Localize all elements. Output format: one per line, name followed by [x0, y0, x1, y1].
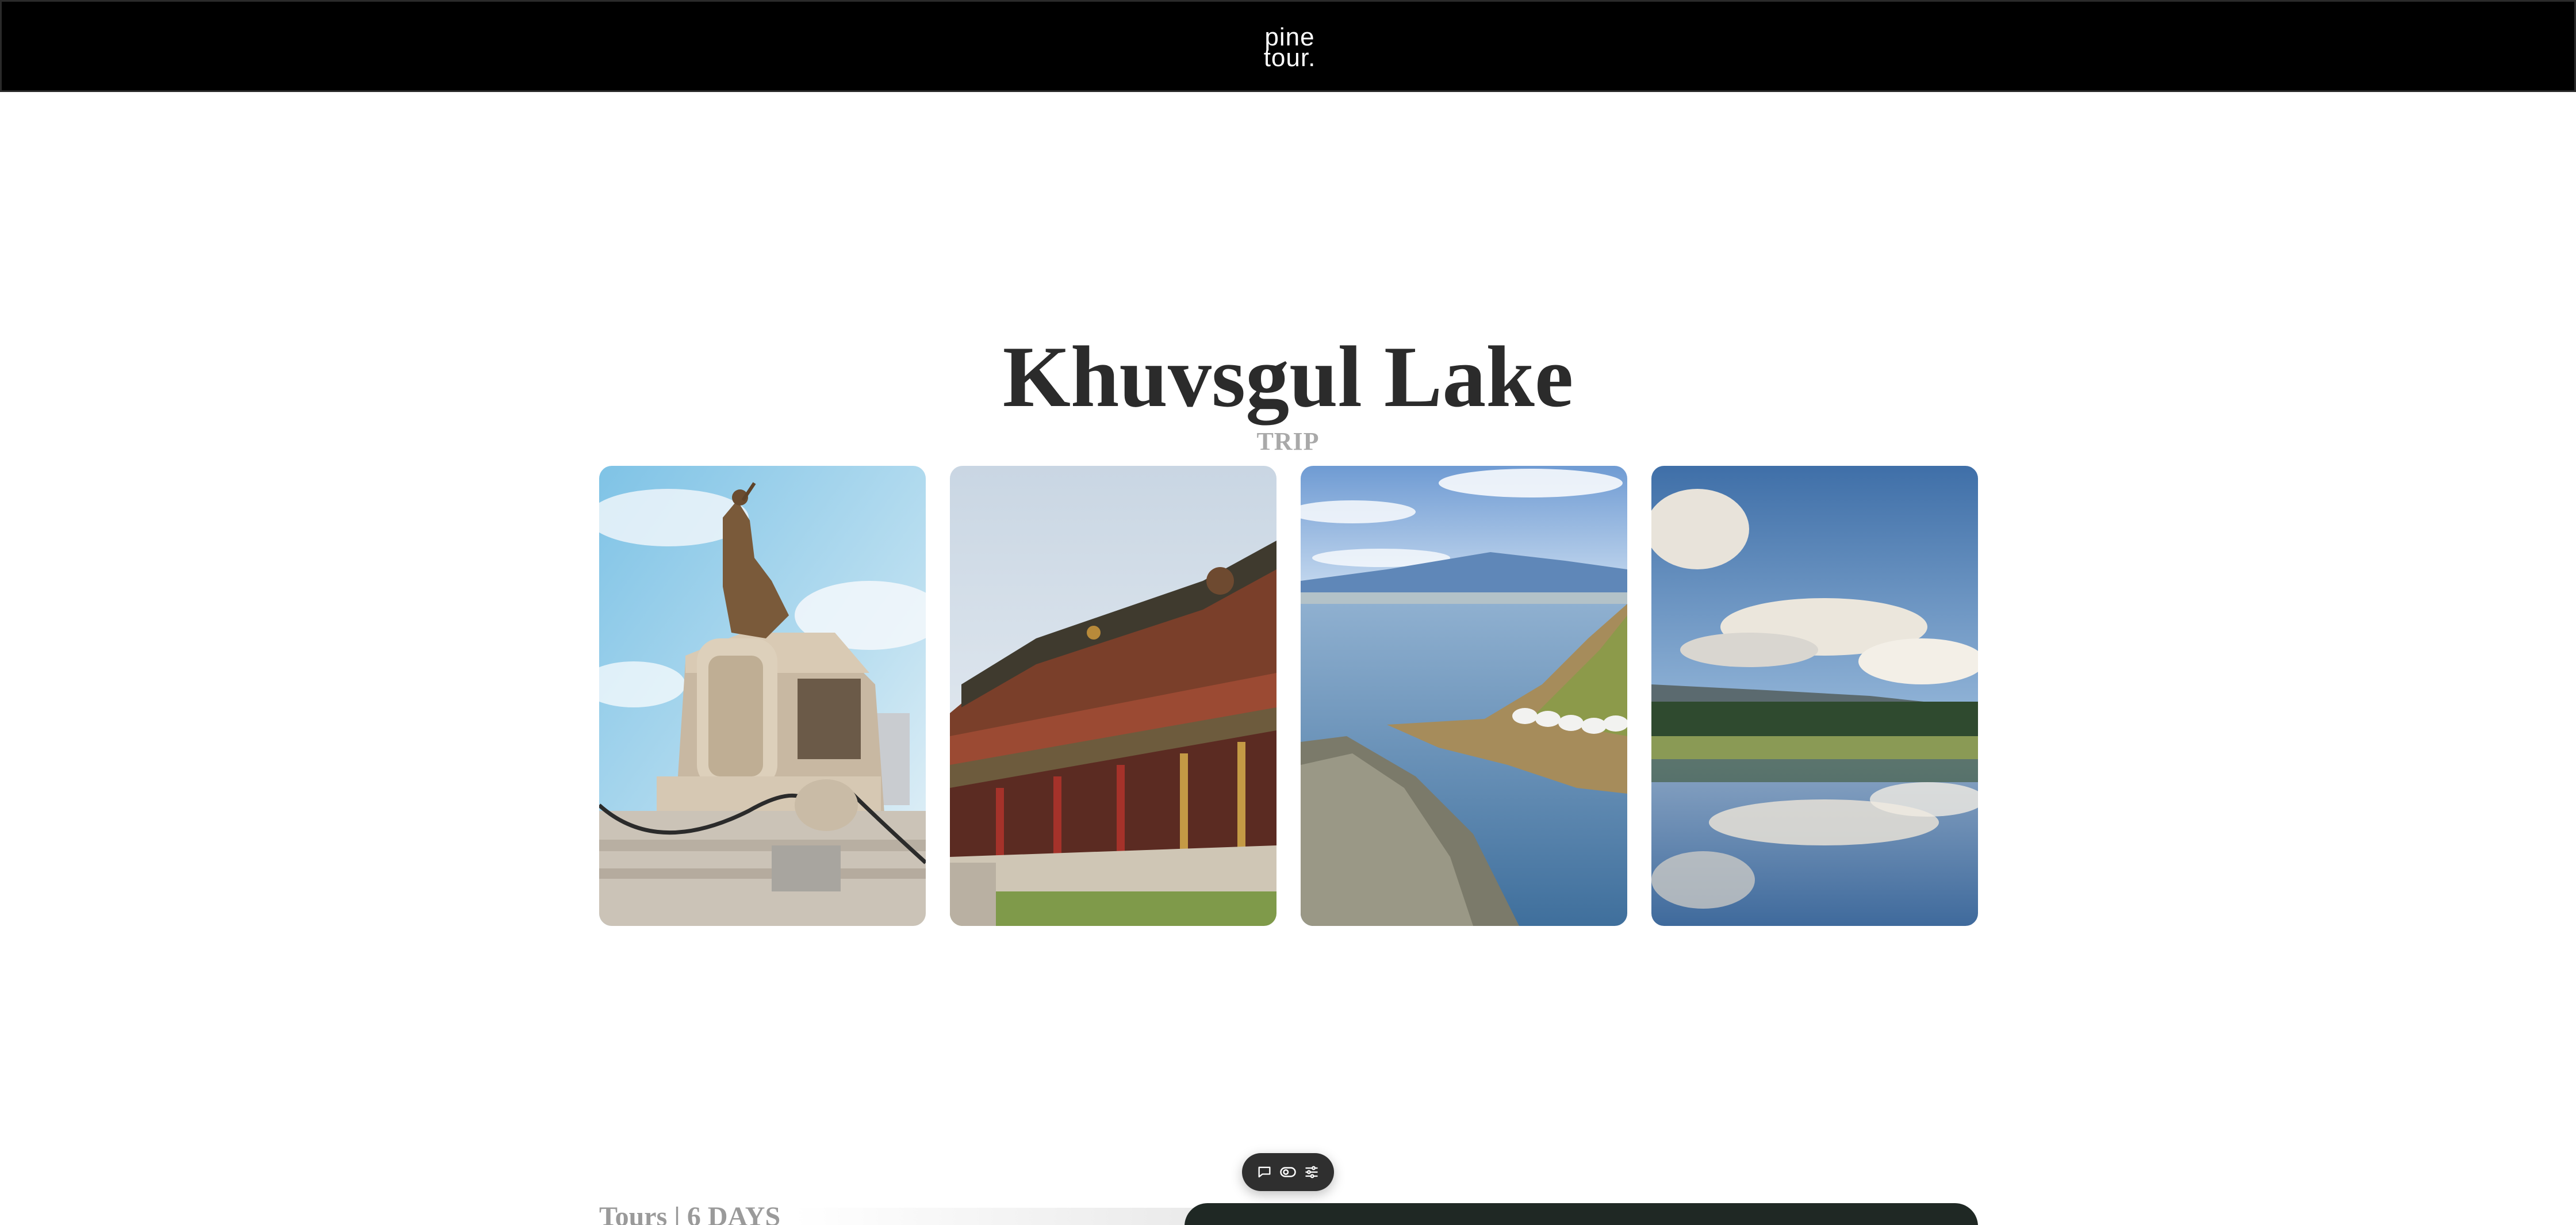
section-divider	[793, 1208, 1196, 1225]
top-navigation-bar: pine tour.	[0, 0, 2576, 92]
map-panel[interactable]	[1184, 1203, 1978, 1225]
floating-toolbar	[1242, 1153, 1334, 1191]
page-subtitle: TRIP	[1256, 427, 1320, 455]
chat-bubble-icon[interactable]	[1255, 1162, 1274, 1182]
gallery-card-lake[interactable]	[1301, 466, 1627, 926]
khuvsgul-lake-shore-photo	[1301, 466, 1627, 926]
tours-heading: Tours | 6 DAYS	[599, 1201, 781, 1225]
toggle-icon[interactable]	[1278, 1162, 1298, 1182]
settings-sliders-icon[interactable]	[1302, 1162, 1321, 1182]
site-logo[interactable]: pine tour.	[1261, 25, 1318, 72]
gallery-card-statue[interactable]	[599, 466, 926, 926]
amarbayasgalant-monastery-photo	[950, 466, 1276, 926]
page-title: Khuvsgul Lake	[1002, 328, 1574, 425]
gallery-card-monastery[interactable]	[950, 466, 1276, 926]
meadow-reflection-photo	[1651, 466, 1978, 926]
gallery-card-meadow[interactable]	[1651, 466, 1978, 926]
chinggis-khaan-statue-photo	[599, 466, 926, 926]
logo-line-tour: tour.	[1263, 44, 1316, 72]
